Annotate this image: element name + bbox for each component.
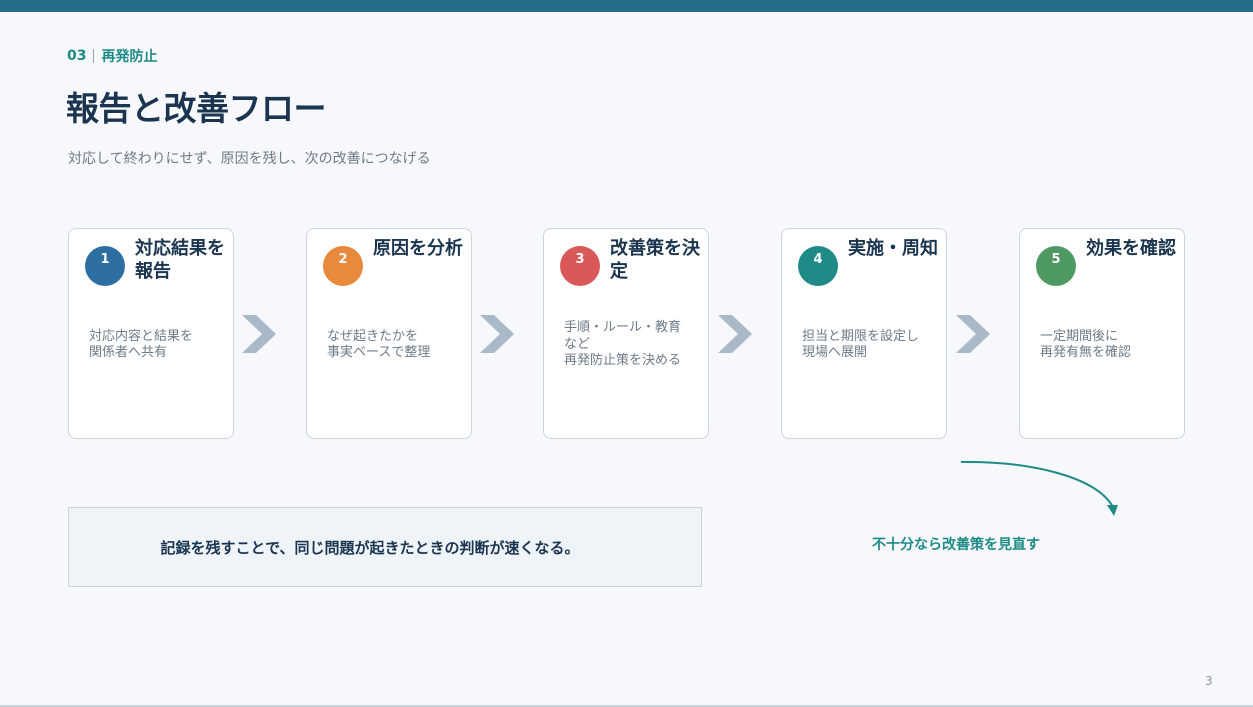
step-title: 原因を分析	[373, 238, 463, 259]
step-title: 対応結果を報告	[135, 238, 225, 282]
step-card-5: 5 効果を確認 一定期間後に 再発有無を確認	[1019, 228, 1185, 439]
step-card-3: 3 改善策を決定 手順・ルール・教育 など 再発防止策を決める	[543, 228, 709, 439]
step-number-badge: 3	[560, 246, 600, 286]
top-accent-bar	[0, 0, 1253, 12]
step-number-badge: 2	[323, 246, 363, 286]
chevron-right-icon	[718, 315, 752, 353]
section-name: 再発防止	[101, 49, 158, 65]
step-description: 手順・ルール・教育 など 再発防止策を決める	[564, 320, 682, 369]
step-number-badge: 4	[798, 246, 838, 286]
step-description: 担当と期限を設定し 現場へ展開	[802, 328, 920, 361]
loop-back-arrow-icon	[960, 460, 1118, 516]
step-card-1: 1 対応結果を報告 対応内容と結果を 関係者へ共有	[68, 228, 234, 439]
chevron-right-icon	[242, 315, 276, 353]
section-label: 03 再発防止	[67, 46, 157, 66]
loop-label: 不十分なら改善策を見直す	[872, 537, 1040, 553]
note-text: 記録を残すことで、同じ問題が起きたときの判断が速くなる。	[160, 538, 580, 557]
chevron-right-icon	[480, 315, 514, 353]
step-description: 一定期間後に 再発有無を確認	[1040, 328, 1132, 361]
step-title: 実施・周知	[848, 238, 938, 259]
note-box: 記録を残すことで、同じ問題が起きたときの判断が速くなる。	[68, 507, 702, 587]
section-number: 03	[67, 48, 87, 64]
step-number-badge: 5	[1036, 246, 1076, 286]
step-description: なぜ起きたかを 事実ベースで整理	[327, 328, 431, 361]
step-card-2: 2 原因を分析 なぜ起きたかを 事実ベースで整理	[306, 228, 472, 439]
step-number-badge: 1	[85, 246, 125, 286]
page-title: 報告と改善フロー	[66, 89, 327, 128]
step-title: 効果を確認	[1086, 238, 1176, 259]
page-subtitle: 対応して終わりにせず、原因を残し、次の改善につなげる	[68, 151, 431, 167]
page-number: 3	[1205, 674, 1213, 688]
step-title: 改善策を決定	[610, 238, 700, 282]
chevron-right-icon	[956, 315, 990, 353]
step-description: 対応内容と結果を 関係者へ共有	[89, 328, 194, 361]
step-card-4: 4 実施・周知 担当と期限を設定し 現場へ展開	[781, 228, 947, 439]
section-divider	[93, 49, 95, 63]
